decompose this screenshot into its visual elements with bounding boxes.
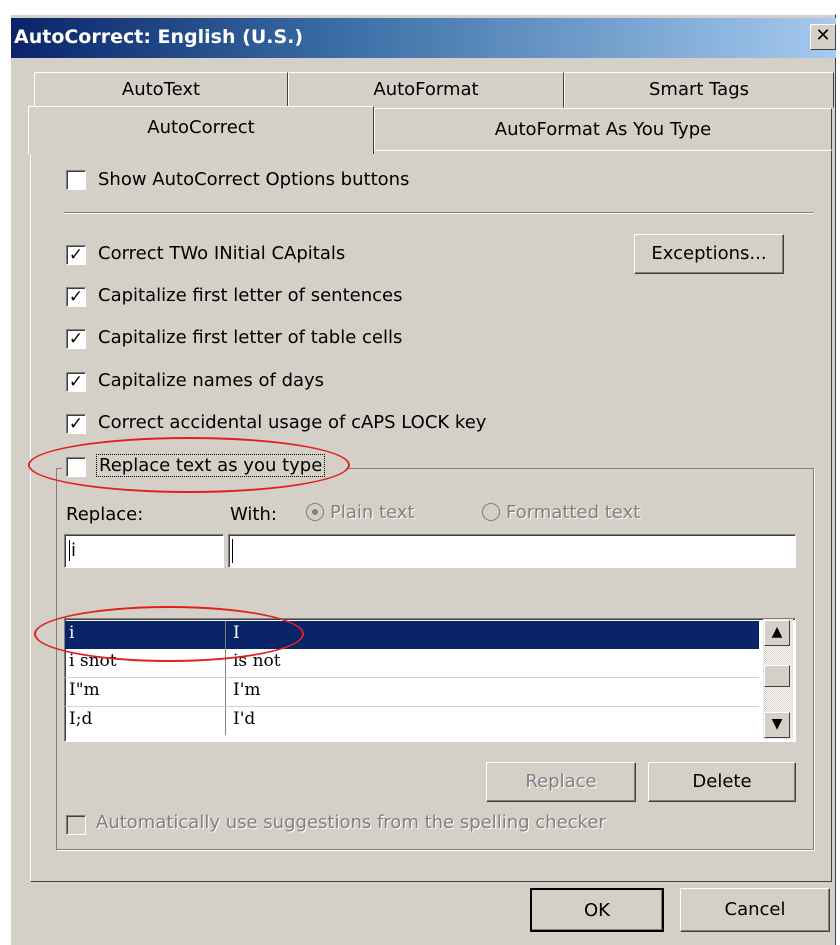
column-divider: [225, 678, 226, 706]
tab-smart-tags[interactable]: Smart Tags: [564, 72, 834, 108]
cap-table-checkbox[interactable]: ✓: [66, 329, 86, 349]
caps-lock-label: Correct accidental usage of cAPS LOCK ke…: [98, 412, 487, 433]
annotation-ellipse: [28, 437, 350, 493]
list-item-from: I;d: [69, 709, 93, 729]
tab-label: AutoCorrect: [147, 117, 255, 138]
cap-days-label: Capitalize names of days: [98, 370, 325, 391]
list-item-to: I'd: [233, 709, 256, 729]
list-item[interactable]: I;d I'd: [65, 707, 759, 735]
list-item-from: I"m: [69, 680, 100, 700]
replace-input-value: i: [69, 540, 77, 561]
scroll-down-button[interactable]: ▼: [764, 712, 790, 738]
ok-button[interactable]: OK: [530, 888, 664, 932]
formatted-text-label: Formatted text: [506, 502, 641, 523]
scrollbar[interactable]: ▲ ▼: [763, 619, 793, 739]
show-options-label: Show AutoCorrect Options buttons: [98, 169, 410, 190]
tab-autoformat[interactable]: AutoFormat: [288, 72, 564, 108]
column-divider: [225, 707, 226, 735]
tab-label: AutoFormat As You Type: [494, 119, 712, 140]
delete-button[interactable]: Delete: [648, 762, 796, 802]
tab-autotext[interactable]: AutoText: [34, 72, 288, 108]
list-item[interactable]: I"m I'm: [65, 678, 759, 707]
plain-text-radio[interactable]: [306, 503, 324, 521]
window-title: AutoCorrect: English (U.S.): [14, 26, 304, 48]
cap-sentences-label: Capitalize first letter of sentences: [98, 285, 403, 306]
plain-text-label: Plain text: [330, 502, 415, 523]
replace-input[interactable]: i: [64, 534, 224, 568]
separator: [64, 212, 814, 214]
list-item-to: I'm: [233, 680, 261, 700]
tab-label: AutoText: [121, 79, 201, 100]
cap-days-checkbox[interactable]: ✓: [66, 372, 86, 392]
show-options-checkbox[interactable]: [66, 170, 86, 190]
exceptions-button[interactable]: Exceptions...: [634, 234, 784, 274]
annotation-ellipse: [34, 606, 304, 662]
with-label: With:: [230, 504, 277, 525]
correct-two-label: Correct TWo INitial CApitals: [98, 243, 346, 264]
scroll-thumb[interactable]: [764, 665, 790, 687]
arrow-down-icon: ▼: [771, 716, 783, 732]
with-input[interactable]: [228, 534, 796, 568]
tab-label: AutoFormat: [373, 79, 479, 100]
tab-autoformat-as-you-type[interactable]: AutoFormat As You Type: [374, 108, 832, 150]
replace-button[interactable]: Replace: [486, 762, 636, 802]
replace-label: Replace:: [66, 504, 144, 525]
close-icon: ✕: [815, 25, 831, 46]
cap-sentences-checkbox[interactable]: ✓: [66, 287, 86, 307]
cancel-button[interactable]: Cancel: [680, 888, 830, 932]
suggestions-label: Automatically use suggestions from the s…: [96, 812, 606, 833]
text-cursor: [232, 539, 233, 563]
caps-lock-checkbox[interactable]: ✓: [66, 414, 86, 434]
arrow-up-icon: ▲: [771, 624, 783, 640]
tab-autocorrect[interactable]: AutoCorrect: [28, 106, 374, 154]
cap-table-label: Capitalize first letter of table cells: [98, 327, 403, 348]
correct-two-checkbox[interactable]: ✓: [66, 245, 86, 265]
tab-label: Smart Tags: [648, 79, 750, 100]
formatted-text-radio[interactable]: [482, 503, 500, 521]
close-button[interactable]: ✕: [810, 24, 836, 50]
suggestions-checkbox[interactable]: [66, 815, 86, 835]
scroll-up-button[interactable]: ▲: [764, 620, 790, 646]
